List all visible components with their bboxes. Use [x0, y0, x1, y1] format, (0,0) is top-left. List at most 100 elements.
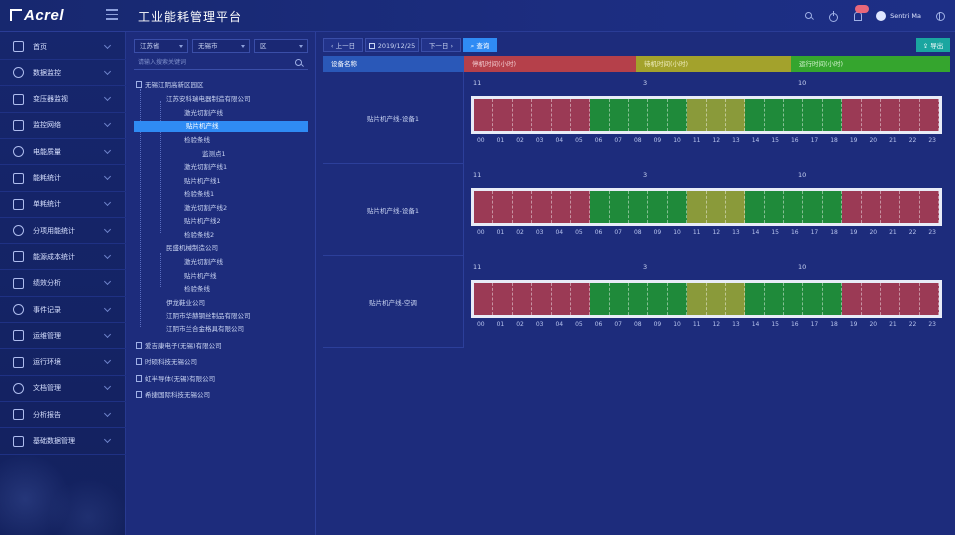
stop-hours-value: 11	[473, 79, 482, 87]
network-icon	[13, 119, 24, 131]
tree-node[interactable]: 时硕科技无锡公司	[136, 357, 197, 368]
export-button[interactable]: ⇪ 导出	[916, 38, 950, 52]
hour-tick-label: 00	[476, 137, 485, 144]
hour-tick-label: 02	[516, 137, 524, 144]
tree-node-label: 贴片机产线2	[184, 217, 221, 225]
hour-segment-stop	[900, 191, 920, 223]
sidebar-item[interactable]: 单耗统计	[0, 192, 126, 218]
brand-name: Acrel	[24, 7, 65, 24]
tree-node[interactable]: 贴片机产线	[134, 121, 308, 132]
tree-node[interactable]: 江阴市兰合金格具有限公司	[166, 324, 244, 335]
sidebar-item[interactable]: 绩效分析	[0, 271, 126, 297]
hour-segment-run	[667, 283, 688, 315]
hour-tick-label: 14	[751, 321, 760, 328]
hour-tick-label: 09	[653, 321, 662, 328]
tree-node[interactable]: 监测点1	[202, 149, 226, 160]
sidebar-item[interactable]: 监控网络	[0, 113, 126, 139]
city-select[interactable]: 无锡市	[192, 39, 250, 53]
tree-node[interactable]: 激光切割产线	[184, 108, 223, 119]
next-day-button[interactable]: 下一日 ›	[421, 38, 461, 52]
chevron-down-icon	[241, 45, 245, 48]
tree-node[interactable]: 贴片机产线1	[184, 176, 221, 187]
header-standby-time: 待机时间(小时)	[636, 56, 791, 72]
sidebar-item[interactable]: 基础数据管理	[0, 429, 126, 455]
hour-tick-label: 10	[673, 321, 681, 328]
tree-node[interactable]: 江阴市华赫钢丝制品有限公司	[166, 311, 251, 322]
sidebar-item[interactable]: 分项用能统计	[0, 218, 126, 245]
sidebar-item[interactable]: 数据监控	[0, 60, 126, 87]
chevron-down-icon	[103, 172, 112, 181]
hour-segment-run	[803, 99, 823, 131]
tree-node-label: 江阴市兰合金格具有限公司	[166, 325, 244, 333]
hour-segment-run	[784, 283, 804, 315]
sidebar: 首页 数据监控 变压器监视 监控网络 电能质量 能耗统计 单耗统计 分项用能统计 能源成本统计绩…	[0, 32, 126, 535]
tree-node[interactable]: 激光切割产线1	[184, 162, 227, 173]
sidebar-item[interactable]: 文档管理	[0, 376, 126, 402]
tree-node[interactable]: 贴片机产线	[184, 271, 217, 282]
hour-segment-stop	[532, 99, 552, 131]
sidebar-item[interactable]: 运维管理	[0, 323, 126, 350]
hour-segment-run	[667, 191, 688, 223]
hour-segment-stop	[570, 283, 591, 315]
date-picker[interactable]: 2019/12/25	[365, 38, 419, 52]
tree-search-input[interactable]: 请输入搜索关键词	[134, 56, 308, 70]
hour-tick-label: 15	[771, 137, 779, 144]
hour-segment-stop	[474, 99, 494, 131]
tree-node-label: 伊龙鞋业公司	[166, 299, 205, 307]
tree-node-label: 激光切割产线2	[184, 204, 228, 212]
building-icon	[136, 81, 142, 88]
sidebar-item[interactable]: 运行环境	[0, 350, 126, 376]
globe-icon[interactable]	[935, 11, 945, 21]
hour-segment-standby	[687, 191, 707, 223]
tree-node[interactable]: 爱吉康电子(无锡)有限公司	[136, 341, 222, 352]
prev-day-button[interactable]: ‹ 上一日	[323, 38, 363, 52]
tree-node-label: 江阴市华赫钢丝制品有限公司	[166, 312, 251, 320]
search-icon[interactable]	[804, 11, 814, 21]
hour-segment-run	[590, 283, 610, 315]
device-name: 贴片机产线-空调	[323, 256, 464, 348]
tree-node[interactable]: 伊龙鞋业公司	[166, 298, 205, 309]
sidebar-item[interactable]: 电能质量	[0, 139, 126, 166]
hour-segment-stop	[474, 191, 494, 223]
query-button[interactable]: ⌕ 查询	[463, 38, 497, 52]
hour-segment-standby	[725, 191, 746, 223]
tree-node[interactable]: 检验条线2	[184, 230, 214, 241]
user-menu[interactable]: Sentri Ma	[876, 11, 921, 21]
hour-tick-label: 14	[751, 229, 760, 236]
sidebar-item[interactable]: 变压器监视	[0, 87, 126, 113]
tree-node[interactable]: 江苏安科瑞电器制造有限公司	[166, 94, 251, 105]
header-stop-time: 停机时间(小时)	[464, 56, 636, 72]
tree-node[interactable]: 激光切割产线	[184, 257, 223, 268]
hour-tick-label: 21	[889, 137, 897, 144]
sidebar-item[interactable]: 能耗统计	[0, 166, 126, 192]
province-select[interactable]: 江苏省	[134, 39, 188, 53]
hour-segment-run	[648, 283, 668, 315]
menu-toggle-icon[interactable]	[106, 9, 118, 20]
tree-node[interactable]: 检验条线	[184, 135, 210, 146]
tree-node[interactable]: 虹半导体(无锡)有限公司	[136, 374, 215, 385]
tree-node[interactable]: 民盛机械制造公司	[166, 243, 218, 254]
hour-segment-run	[803, 191, 823, 223]
tree-node[interactable]: 希捷国际科技无锡公司	[136, 390, 210, 401]
tree-node[interactable]: 无锡江阴高新区园区	[136, 80, 204, 91]
tree-node[interactable]: 贴片机产线2	[184, 216, 221, 227]
hour-segment-run	[648, 99, 668, 131]
tree-node[interactable]: 检验条线	[184, 284, 210, 295]
search-icon[interactable]	[294, 58, 304, 68]
tree-node[interactable]: 激光切割产线2	[184, 203, 227, 214]
district-select[interactable]: 区	[254, 39, 308, 53]
chevron-down-icon	[103, 225, 112, 233]
sidebar-item[interactable]: 首页	[0, 34, 126, 60]
tree-node[interactable]: 检验条线1	[184, 189, 214, 200]
device-name: 贴片机产线-设备1	[323, 164, 464, 256]
hour-segment-stop	[880, 99, 901, 131]
sidebar-item[interactable]: 事件记录	[0, 297, 126, 323]
hour-segment-run	[764, 99, 784, 131]
sidebar-item[interactable]: 能源成本统计	[0, 244, 126, 271]
sidebar-item[interactable]: 分析报告	[0, 402, 126, 429]
hour-tick-label: 17	[810, 137, 819, 144]
tree-node-label: 江苏安科瑞电器制造有限公司	[166, 95, 251, 103]
hour-tick-label: 20	[869, 137, 878, 144]
power-icon[interactable]	[828, 11, 839, 22]
bell-icon[interactable]	[852, 5, 870, 21]
